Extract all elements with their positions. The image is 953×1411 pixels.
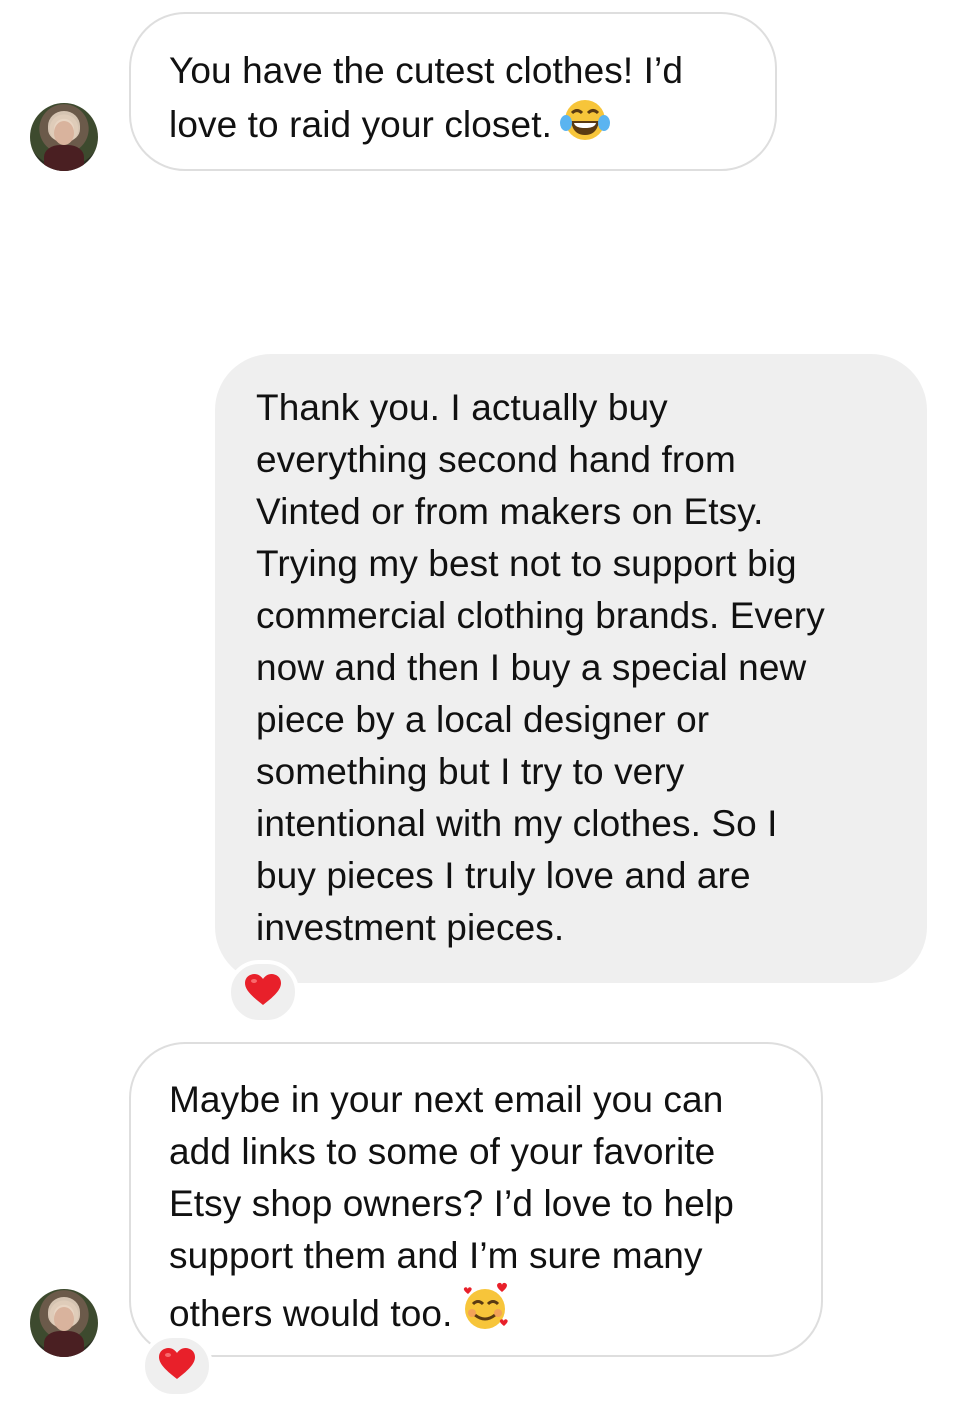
message-text: Maybe in your next email you can add lin… (169, 1079, 734, 1334)
smiling-face-with-hearts-icon (460, 1282, 510, 1346)
received-message-bubble[interactable]: Maybe in your next email you can add lin… (129, 1042, 823, 1357)
face-with-tears-of-joy-icon (559, 97, 610, 157)
red-heart-icon (158, 1347, 196, 1386)
red-heart-icon (244, 973, 282, 1012)
received-message-bubble[interactable]: You have the cutest clothes! I’d love to… (129, 12, 777, 171)
sent-message-bubble[interactable]: Thank you. I actually buy everything sec… (215, 354, 927, 983)
message-reaction[interactable] (141, 1334, 213, 1398)
contact-avatar[interactable] (30, 103, 98, 171)
message-text: Thank you. I actually buy everything sec… (256, 387, 825, 948)
message-reaction[interactable] (227, 960, 299, 1024)
contact-avatar[interactable] (30, 1289, 98, 1357)
